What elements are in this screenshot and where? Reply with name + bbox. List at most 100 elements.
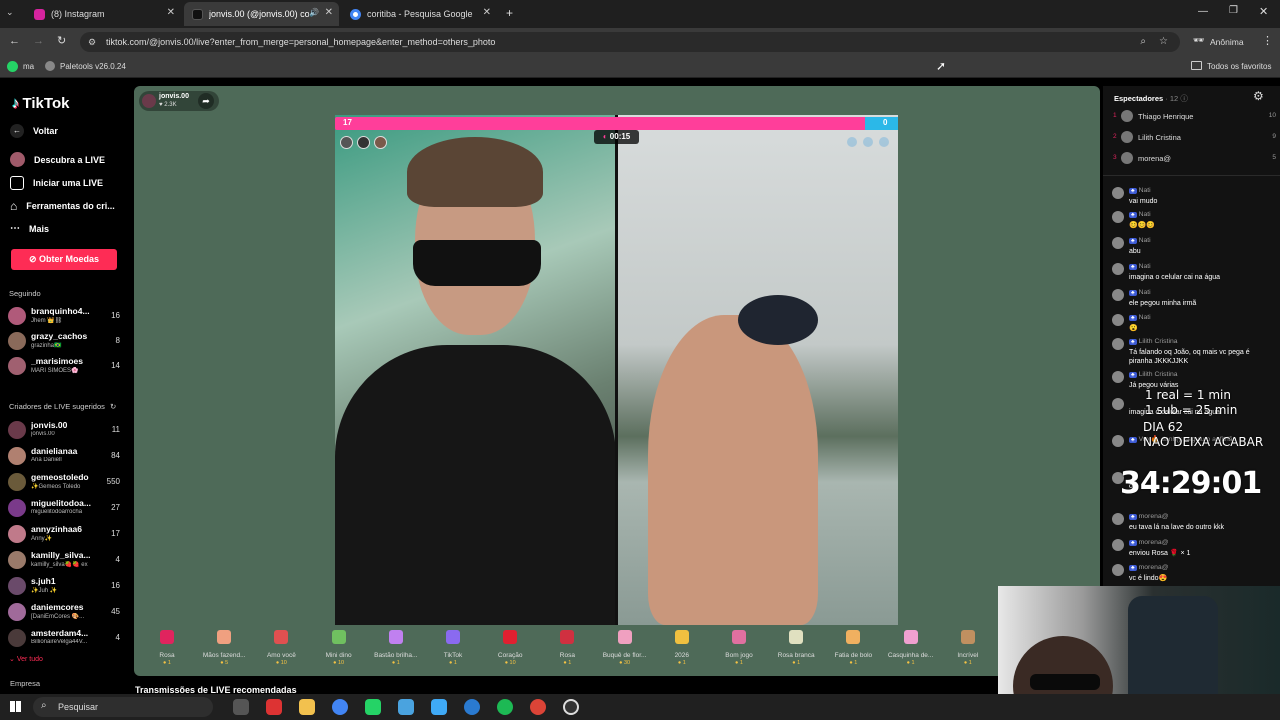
gift-item[interactable]: Mini dino ● 10 xyxy=(311,628,367,674)
avatar[interactable] xyxy=(1112,564,1124,576)
chat-username[interactable]: ♣ morena@ xyxy=(1129,564,1169,571)
supporter-avatar[interactable] xyxy=(374,136,387,149)
bookmark-star-icon[interactable]: ☆ xyxy=(1159,32,1168,52)
bookmark-paletools[interactable]: Paletools v26.0.24 xyxy=(60,62,126,71)
suggested-item[interactable]: s.juh1 ✨Juh ✨ 16 xyxy=(8,575,124,597)
suggested-item[interactable]: jonvis.00 jonvis.00 11 xyxy=(8,419,124,441)
tab-google[interactable]: coritiba - Pesquisa Google ✕ xyxy=(342,2,497,26)
file-explorer-icon[interactable] xyxy=(299,699,315,715)
back-link[interactable]: ← Voltar xyxy=(10,124,58,138)
get-coins-button[interactable]: ⊘ Obter Moedas xyxy=(11,249,117,270)
taskbar-search[interactable]: ⌕ Pesquisar xyxy=(33,697,213,717)
gift-item[interactable]: Bom jogo ● 1 xyxy=(711,628,767,674)
chat-username[interactable]: ♣ Lilith Cristina xyxy=(1129,338,1178,345)
creator-tools-link[interactable]: ⌂ Ferramentas do cri... xyxy=(10,199,115,213)
viewer-row[interactable]: 3 morena@ 5 xyxy=(1113,152,1276,172)
chat-username[interactable]: ♣ Lilith Cristina xyxy=(1129,371,1178,378)
suggested-item[interactable]: annyzinhaa6 Anny✨ 17 xyxy=(8,523,124,545)
gift-item[interactable]: TikTok ● 1 xyxy=(425,628,481,674)
suggested-item[interactable]: daniemcores [DaniEmCores 🎨... 45 xyxy=(8,601,124,623)
gift-item[interactable]: Mãos fazend... ● 5 xyxy=(196,628,252,674)
close-icon[interactable]: ✕ xyxy=(483,7,491,18)
zoom-icon[interactable]: ⌕ xyxy=(1140,32,1146,52)
avatar[interactable] xyxy=(1112,187,1124,199)
new-tab-button[interactable]: + xyxy=(506,6,513,20)
gift-item[interactable]: Casquinha de... ● 1 xyxy=(883,628,939,674)
chat-username[interactable]: ♣ morena@ xyxy=(1129,513,1169,520)
avatar[interactable] xyxy=(1112,513,1124,525)
info-icon[interactable]: ⓘ xyxy=(1180,94,1188,103)
chat-username[interactable]: ♣ Nati xyxy=(1129,289,1151,296)
obs-icon[interactable] xyxy=(563,699,579,715)
recorder-icon[interactable] xyxy=(266,699,282,715)
site-info-icon[interactable]: ⚙ xyxy=(88,32,96,52)
avatar[interactable] xyxy=(1112,211,1124,223)
avatar[interactable] xyxy=(1112,289,1124,301)
gift-item[interactable]: Rosa ● 1 xyxy=(139,628,195,674)
chat-username[interactable]: ♣ Nati xyxy=(1129,187,1151,194)
more-link[interactable]: ⋯ Mais xyxy=(10,223,49,234)
gift-item[interactable]: 2026 ● 1 xyxy=(654,628,710,674)
see-all-link[interactable]: ⌄ Ver tudo xyxy=(9,655,43,663)
forward-arrow-icon[interactable]: → xyxy=(33,35,44,47)
gift-item[interactable]: Bastão brilha... ● 1 xyxy=(368,628,424,674)
suggested-item[interactable]: miguelitodoa... miguelitodoarrocha 27 xyxy=(8,497,124,519)
gift-item[interactable]: Coração ● 10 xyxy=(482,628,538,674)
start-live-link[interactable]: Iniciar uma LIVE xyxy=(10,176,103,190)
avatar[interactable] xyxy=(1112,539,1124,551)
tab-tiktok[interactable]: jonvis.00 (@jonvis.00) come 🔊 ✕ xyxy=(184,2,339,26)
share-icon[interactable]: ➦ xyxy=(198,93,214,109)
following-item[interactable]: branquinho4... Jhem 👑⛓ 16 xyxy=(8,305,124,327)
gift-item[interactable]: Incrível ● 1 xyxy=(940,628,996,674)
supporter-avatar[interactable] xyxy=(340,136,353,149)
reload-icon[interactable]: ↻ xyxy=(57,34,66,47)
bookmark-ma[interactable]: ma xyxy=(23,62,34,71)
windows-start-icon[interactable] xyxy=(10,701,21,712)
tiktok-logo[interactable]: ♪ TikTok xyxy=(12,95,69,112)
viewer-row[interactable]: 1 Thiago Henrique 10 xyxy=(1113,110,1276,130)
all-favorites-link[interactable]: Todos os favoritos xyxy=(1207,62,1271,71)
minimize-button[interactable]: — xyxy=(1198,6,1208,17)
chrome-active-icon[interactable] xyxy=(530,699,546,715)
avatar[interactable] xyxy=(1112,435,1124,447)
gift-item[interactable]: Fatia de bolo ● 1 xyxy=(825,628,881,674)
following-item[interactable]: _marisimoes MARI SIMÕES🌸 14 xyxy=(8,355,124,377)
back-arrow-icon[interactable]: ← xyxy=(9,35,20,47)
suggested-item[interactable]: gemeostoledo ✨Gemeos Toledo 550 xyxy=(8,471,124,493)
notes-icon[interactable] xyxy=(398,699,414,715)
chat-username[interactable]: ♣ Nati xyxy=(1129,237,1151,244)
chrome-icon[interactable] xyxy=(332,699,348,715)
close-icon[interactable]: ✕ xyxy=(167,7,175,18)
profile-label[interactable]: Anônima xyxy=(1210,37,1244,47)
restore-button[interactable]: ❐ xyxy=(1229,5,1238,16)
gift-item[interactable]: Buquê de flor... ● 30 xyxy=(597,628,653,674)
whatsapp-taskbar-icon[interactable] xyxy=(365,699,381,715)
avatar[interactable] xyxy=(1112,338,1124,350)
viewer-row[interactable]: 2 Lilith Cristina 9 xyxy=(1113,131,1276,151)
suggested-item[interactable]: amsterdam4... BillionaireVelga44V... 4 xyxy=(8,627,124,649)
avatar[interactable] xyxy=(1112,371,1124,383)
gift-item[interactable]: Rosa ● 1 xyxy=(539,628,595,674)
tab-list-icon[interactable]: ⌄ xyxy=(6,7,14,18)
app-icon[interactable] xyxy=(464,699,480,715)
spotify-icon[interactable] xyxy=(497,699,513,715)
chat-username[interactable]: ♣ Nati xyxy=(1129,314,1151,321)
avatar[interactable] xyxy=(1112,314,1124,326)
supporter-avatar[interactable] xyxy=(357,136,370,149)
task-view-icon[interactable] xyxy=(233,699,249,715)
gift-item[interactable]: Amo você ● 10 xyxy=(253,628,309,674)
edge-icon[interactable] xyxy=(431,699,447,715)
avatar[interactable] xyxy=(1112,398,1124,410)
tab-instagram[interactable]: (8) Instagram ✕ xyxy=(26,2,181,26)
following-item[interactable]: grazy_cachos grazinha🇧🇷 8 xyxy=(8,330,124,352)
close-window-button[interactable]: ✕ xyxy=(1259,5,1268,18)
chat-username[interactable]: ♣ Nati xyxy=(1129,263,1151,270)
settings-gear-icon[interactable]: ⚙ xyxy=(1253,89,1264,103)
refresh-icon[interactable]: ↻ xyxy=(110,402,116,411)
url-bar[interactable]: ⚙ tiktok.com/@jonvis.00/live?enter_from_… xyxy=(80,32,1180,52)
avatar[interactable] xyxy=(1112,237,1124,249)
discover-live-link[interactable]: Descubra a LIVE xyxy=(10,152,105,167)
suggested-item[interactable]: kamilly_silva... kamilly_silva🍓🍓 ex 4 xyxy=(8,549,124,571)
close-icon[interactable]: ✕ xyxy=(325,7,333,18)
speaker-icon[interactable]: 🔊 xyxy=(309,8,319,17)
